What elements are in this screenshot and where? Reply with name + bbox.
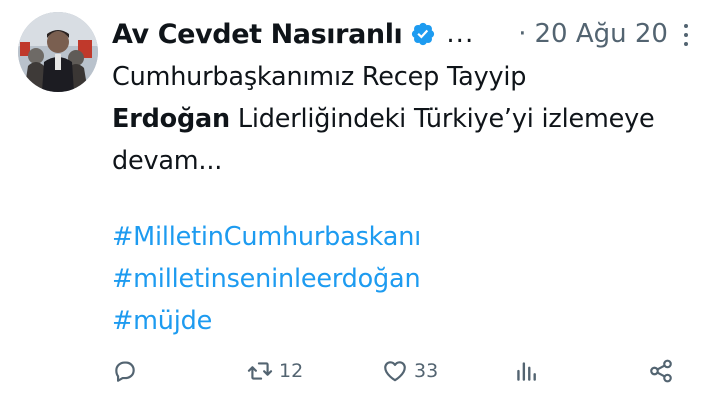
like-icon: [382, 358, 408, 384]
more-options-icon[interactable]: [683, 24, 689, 48]
tweet-text-line: Cumhurbaşkanımız Recep Tayyip: [112, 56, 710, 98]
author-handle-truncated: ...: [446, 19, 475, 49]
retweet-icon: [247, 358, 273, 384]
hashtag-link[interactable]: #müjde: [112, 300, 421, 342]
tweet: Av Cevdet Nasıranlı ... · 20 Ağu 20 Cumh…: [0, 0, 720, 401]
reply-button[interactable]: [112, 358, 144, 384]
author-name[interactable]: Av Cevdet Nasıranlı: [112, 19, 403, 50]
hashtag-list: #MilletinCumhurbaskanı #milletinseninlee…: [112, 216, 421, 342]
tweet-text-line: devam...: [112, 140, 710, 182]
tweet-text-line: Erdoğan Liderliğindeki Türkiye’yi izleme…: [112, 98, 710, 140]
views-button[interactable]: [514, 358, 546, 384]
hashtag-link[interactable]: #milletinseninleerdoğan: [112, 258, 421, 300]
tweet-text-segment: Liderliğindeki Türkiye’yi izlemeye: [229, 104, 655, 134]
views-icon: [514, 358, 540, 384]
reply-icon: [112, 358, 138, 384]
retweet-count: 12: [279, 360, 304, 382]
tweet-text-segment: devam...: [112, 146, 223, 176]
header-separator: ·: [518, 19, 527, 49]
action-bar: 12 33: [0, 350, 720, 390]
tweet-date[interactable]: 20 Ağu 20: [534, 19, 667, 49]
avatar[interactable]: [18, 12, 98, 92]
tweet-text: Cumhurbaşkanımız Recep Tayyip Erdoğan Li…: [112, 56, 710, 182]
share-icon: [648, 358, 674, 384]
like-count: 33: [414, 360, 439, 382]
tweet-text-bold-segment: Erdoğan: [112, 104, 230, 134]
retweet-button[interactable]: 12: [247, 358, 303, 384]
share-button[interactable]: [648, 358, 674, 384]
verified-badge-icon: [410, 21, 436, 47]
tweet-header: Av Cevdet Nasıranlı ... · 20 Ağu 20: [112, 14, 702, 54]
tweet-text-segment: Cumhurbaşkanımız Recep Tayyip: [112, 62, 527, 92]
hashtag-link[interactable]: #MilletinCumhurbaskanı: [112, 216, 421, 258]
like-button[interactable]: 33: [382, 358, 438, 384]
